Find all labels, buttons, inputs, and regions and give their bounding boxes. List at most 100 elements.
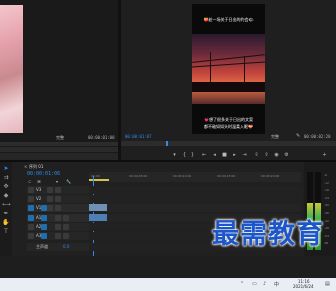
- mark-in-icon[interactable]: {: [181, 152, 188, 158]
- timeline-settings-icon[interactable]: 🔧: [66, 179, 71, 184]
- a1-solo-icon[interactable]: [63, 215, 69, 221]
- ripple-edit-icon[interactable]: ✥: [2, 183, 10, 190]
- taskbar: ⌃ ▭ ♪ 中 11:16 2021/6/24 ▤: [0, 278, 336, 291]
- settings-icon[interactable]: ⚙: [283, 152, 290, 158]
- v3-label: V3: [36, 187, 42, 192]
- v1-lock-icon[interactable]: [47, 205, 53, 211]
- lift-icon[interactable]: ⇧: [253, 152, 260, 158]
- v3-target-toggle[interactable]: [28, 187, 34, 193]
- program-scrub-bar[interactable]: [121, 141, 336, 146]
- a3-sync-icon[interactable]: [41, 233, 47, 239]
- slip-tool-icon[interactable]: ⟷: [2, 201, 11, 208]
- track-header-master: 主声道 0.0: [27, 243, 89, 251]
- mark-out-icon[interactable]: }: [189, 152, 196, 158]
- work-area-bar[interactable]: [89, 179, 109, 181]
- v2-label: V2: [36, 196, 42, 201]
- meter-label: -48: [324, 226, 329, 231]
- source-timecode: 00:00:01:00: [88, 135, 115, 140]
- track-v1[interactable]: [89, 204, 301, 212]
- a1-target-toggle[interactable]: [28, 215, 34, 221]
- caption-top: 🍑趁一场关于日出的约会🌤: [203, 17, 254, 22]
- track-header-a2: A2: [27, 223, 89, 231]
- a2-mute-icon[interactable]: [55, 224, 61, 230]
- track-header-a3: A3: [27, 232, 89, 240]
- source-controls-row: [0, 153, 118, 160]
- step-back-icon[interactable]: ◂: [211, 152, 218, 158]
- volume-icon[interactable]: ♪: [263, 281, 266, 287]
- master-value[interactable]: 0.0: [63, 244, 69, 249]
- ruler-label-3: 00:00:15:00: [217, 174, 236, 178]
- track-header-v1: V1: [27, 204, 89, 212]
- track-v3[interactable]: [89, 186, 301, 194]
- program-video-frame: 🍑趁一场关于日出的约会🌤 💗想了很多关于日出的文案 都不敌如如头时温柔入眠💝: [192, 4, 265, 134]
- a3-solo-icon[interactable]: [63, 233, 69, 239]
- ruler-label-4: 00:00:20:00: [261, 174, 280, 178]
- linked-selection-icon[interactable]: ⌘: [37, 179, 41, 184]
- meter-label: -36: [324, 210, 329, 215]
- audio-clip[interactable]: [89, 214, 107, 221]
- track-select-icon[interactable]: ⇉: [2, 174, 10, 181]
- video-clip[interactable]: [89, 204, 107, 211]
- program-fit-dropdown[interactable]: 完整: [271, 134, 279, 140]
- add-marker-timeline-icon[interactable]: ▾: [56, 179, 58, 184]
- v3-lock-icon[interactable]: [47, 187, 53, 193]
- chevron-up-icon[interactable]: ⌃: [240, 281, 244, 287]
- ime-icon[interactable]: 中: [274, 281, 279, 288]
- meter-label: -6: [324, 173, 327, 177]
- track-v2[interactable]: [89, 195, 301, 203]
- track-header-v3: V3: [27, 186, 89, 194]
- v3-eye-icon[interactable]: [55, 187, 61, 193]
- play-stop-icon[interactable]: ■: [221, 152, 228, 158]
- ruler-label-2: 00:00:10:00: [173, 174, 192, 178]
- program-monitor-panel: 🍑趁一场关于日出的约会🌤 💗想了很多关于日出的文案 都不敌如如头时温柔入眠💝 0…: [121, 0, 336, 160]
- power-lines: [192, 52, 265, 92]
- v1-target-toggle[interactable]: [28, 205, 34, 211]
- source-scrub-bar[interactable]: [0, 142, 118, 146]
- source-scrub-track: [0, 147, 118, 152]
- export-frame-icon[interactable]: ◉: [273, 152, 280, 158]
- a2-target-toggle[interactable]: [28, 224, 34, 230]
- meter-label: -42: [324, 218, 329, 223]
- watermark-text: 最需教育: [212, 219, 324, 250]
- wrench-icon[interactable]: ✎: [296, 133, 300, 139]
- extract-icon[interactable]: ⇪: [263, 152, 270, 158]
- a3-mute-icon[interactable]: [55, 233, 61, 239]
- a3-target-toggle[interactable]: [28, 233, 34, 239]
- program-timecode-in: 00:00:01:07: [125, 134, 152, 139]
- razor-tool-icon[interactable]: ◆: [2, 192, 10, 199]
- v2-eye-icon[interactable]: [55, 196, 61, 202]
- program-timecode-out: 00:00:02:20: [304, 134, 331, 139]
- add-icon[interactable]: +: [321, 152, 328, 158]
- source-fit-dropdown[interactable]: 完整: [56, 135, 64, 141]
- a2-solo-icon[interactable]: [63, 224, 69, 230]
- go-to-in-icon[interactable]: ⇤: [201, 152, 208, 158]
- a1-sync-icon[interactable]: [41, 215, 47, 221]
- v2-lock-icon[interactable]: [47, 196, 53, 202]
- snap-icon[interactable]: ⊂: [28, 179, 31, 184]
- meter-label: -30: [324, 203, 329, 208]
- track-header-v2: V2: [27, 195, 89, 203]
- sequence-tab[interactable]: 序列 01: [29, 164, 43, 170]
- pen-tool-icon[interactable]: ✒: [2, 210, 10, 217]
- add-marker-icon[interactable]: ▾: [171, 152, 178, 158]
- time-ruler[interactable]: 00:00 00:00:05:00 00:00:10:00 00:00:15:0…: [89, 172, 301, 182]
- v1-eye-icon[interactable]: [55, 205, 61, 211]
- meter-label: dB: [324, 241, 328, 246]
- go-to-out-icon[interactable]: ⇥: [241, 152, 248, 158]
- network-icon[interactable]: ▭: [252, 281, 257, 287]
- taskbar-date[interactable]: 2021/6/24: [293, 284, 314, 289]
- master-label: 主声道: [36, 244, 48, 249]
- hand-tool-icon[interactable]: ✋: [2, 219, 10, 226]
- source-preview-image: [0, 5, 23, 133]
- v2-target-toggle[interactable]: [28, 196, 34, 202]
- a1-mute-icon[interactable]: [55, 215, 61, 221]
- a2-sync-icon[interactable]: [41, 224, 47, 230]
- type-tool-icon[interactable]: T: [2, 228, 10, 235]
- close-sequence-icon[interactable]: ×: [24, 164, 27, 169]
- timeline-timecode[interactable]: 00:00:01:06: [27, 171, 60, 177]
- selection-tool-icon[interactable]: ➤: [2, 165, 10, 172]
- notification-icon[interactable]: ▤: [325, 281, 330, 287]
- step-forward-icon[interactable]: ▸: [231, 152, 238, 158]
- meter-scale: -6 -12 -18 -24 -30 -36 -42 -48 -54 dB: [324, 172, 336, 250]
- playhead-marker-icon[interactable]: [166, 141, 168, 146]
